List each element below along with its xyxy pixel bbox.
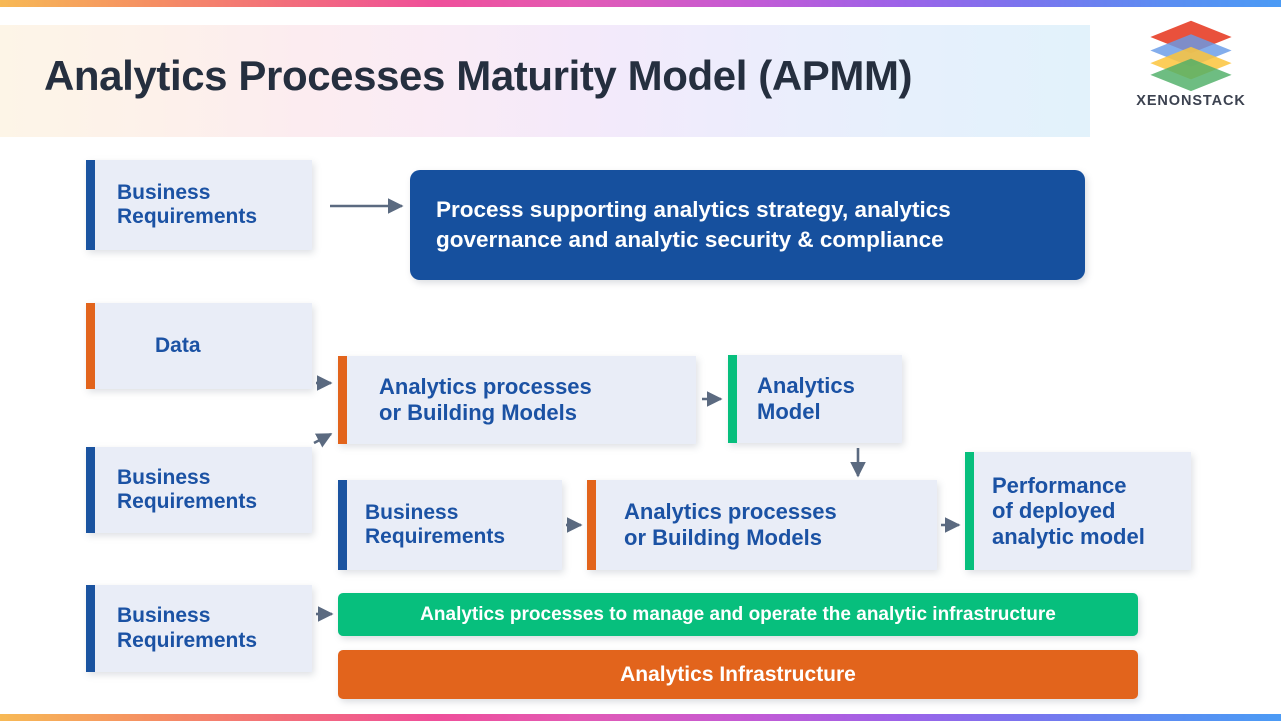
card-business-requirements-strategy[interactable]: Business Requirements	[86, 160, 312, 250]
card-analytics-processes-building-models-2[interactable]: Analytics processes or Building Models	[587, 480, 937, 570]
accent-bar-blue	[86, 447, 95, 533]
accent-bar-blue	[86, 585, 95, 672]
accent-bar-blue	[338, 480, 347, 570]
card-performance-deployed-model[interactable]: Performance of deployed analytic model	[965, 452, 1191, 570]
stack-layers-icon	[1150, 20, 1232, 92]
card-label: Business Requirements	[117, 180, 258, 228]
top-gradient-rule	[0, 0, 1281, 7]
accent-bar-blue	[86, 160, 95, 250]
page-title: Analytics Processes Maturity Model (APMM…	[44, 52, 913, 99]
slide-canvas: Analytics Processes Maturity Model (APMM…	[0, 0, 1281, 721]
brand-logo: XENONSTACK	[1130, 18, 1252, 109]
banner-manage-operate-infrastructure[interactable]: Analytics processes to manage and operat…	[338, 593, 1138, 636]
card-label: Analytics Model	[757, 373, 855, 424]
card-label: Analytics processes or Building Models	[379, 374, 592, 425]
card-label: Analytics processes or Building Models	[624, 499, 837, 550]
card-data[interactable]: Data	[86, 303, 312, 389]
banner-analytics-infrastructure[interactable]: Analytics Infrastructure	[338, 650, 1138, 699]
card-analytics-processes-building-models-1[interactable]: Analytics processes or Building Models	[338, 356, 696, 444]
card-label: Business Requirements	[117, 604, 258, 652]
accent-bar-orange	[587, 480, 596, 570]
card-label: Business Requirements	[365, 500, 506, 548]
banner-label: Analytics processes to manage and operat…	[420, 603, 1056, 625]
brand-wordmark: XENONSTACK	[1136, 93, 1246, 109]
card-label: Business Requirements	[117, 465, 258, 513]
card-label: Data	[155, 333, 201, 357]
accent-bar-orange	[338, 356, 347, 444]
accent-bar-orange	[86, 303, 95, 389]
bottom-gradient-rule	[0, 714, 1281, 721]
card-business-requirements-deployment[interactable]: Business Requirements	[338, 480, 562, 570]
banner-label: Analytics Infrastructure	[620, 662, 856, 686]
arrow-br2-to-apbm	[313, 432, 333, 448]
card-label: Performance of deployed analytic model	[992, 472, 1145, 549]
banner-label: Process supporting analytics strategy, a…	[436, 197, 951, 252]
accent-bar-green	[728, 355, 737, 443]
card-business-requirements-infrastructure[interactable]: Business Requirements	[86, 585, 312, 672]
banner-process-supporting[interactable]: Process supporting analytics strategy, a…	[410, 170, 1085, 280]
card-business-requirements-model[interactable]: Business Requirements	[86, 447, 312, 533]
accent-bar-green	[965, 452, 974, 570]
card-analytics-model[interactable]: Analytics Model	[728, 355, 902, 443]
